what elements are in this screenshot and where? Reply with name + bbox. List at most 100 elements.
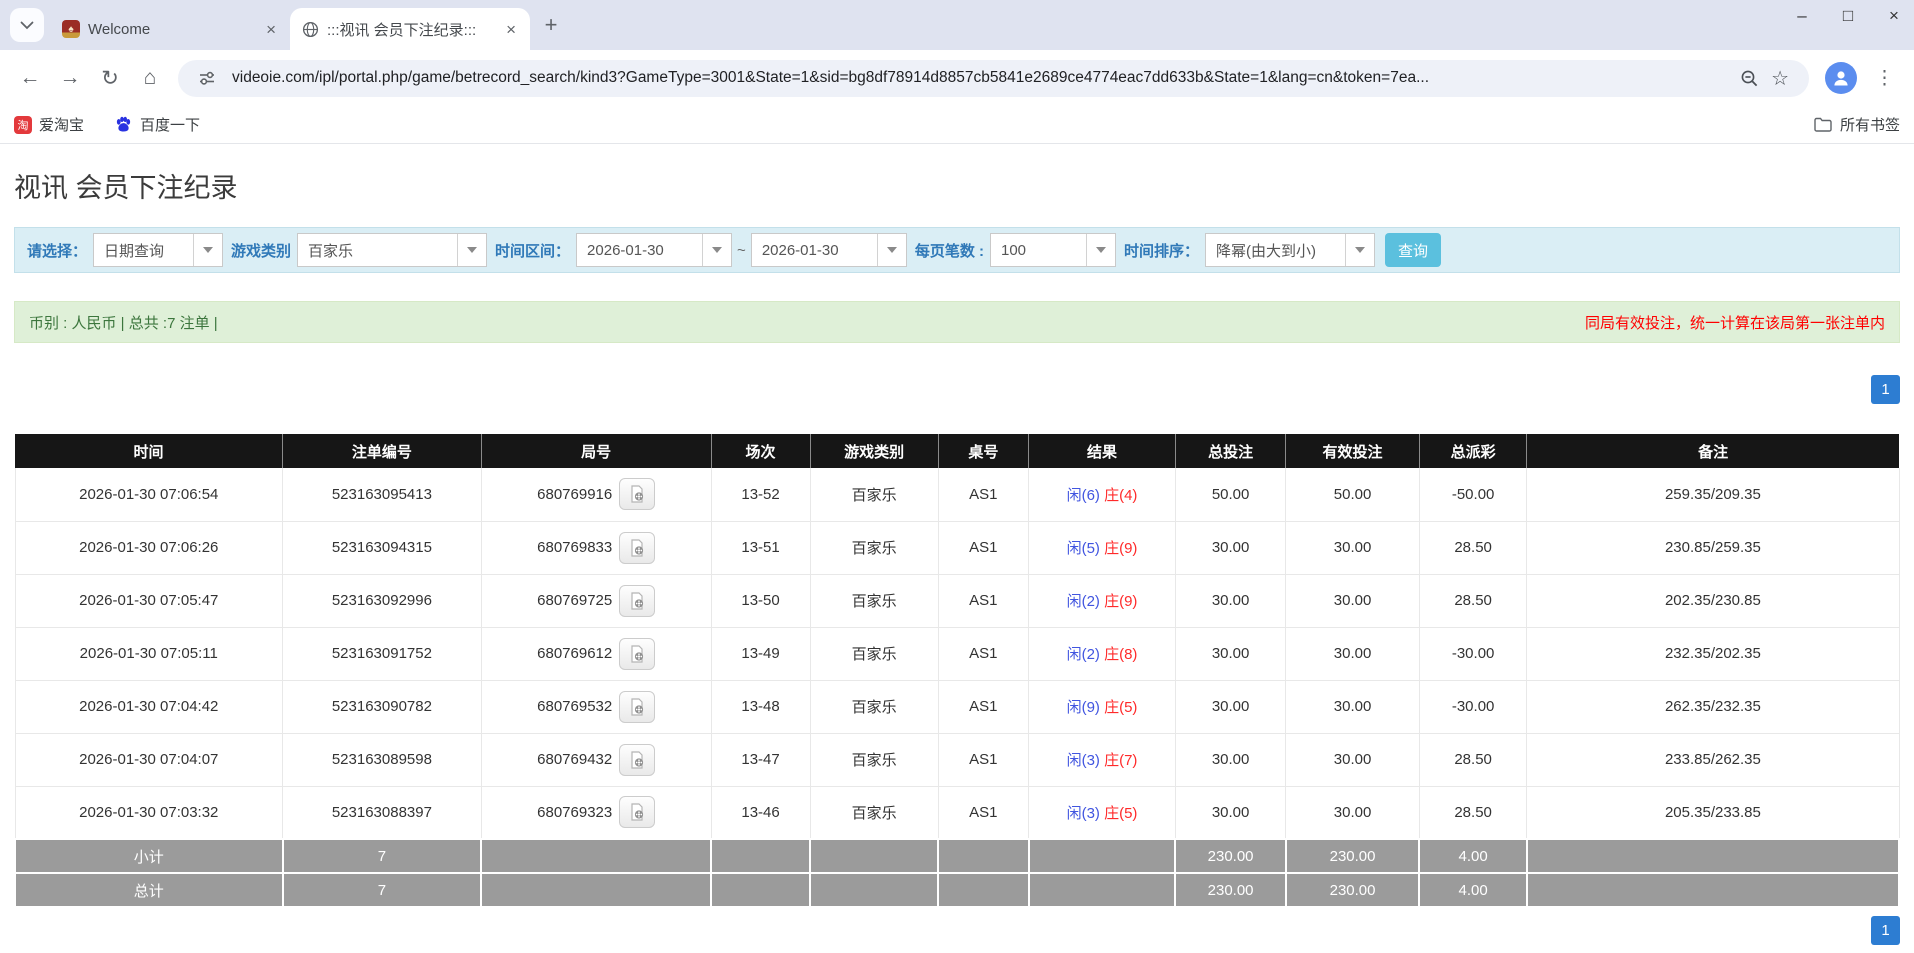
cell-round_id: 680769432 <box>481 733 711 786</box>
person-icon <box>1831 68 1851 88</box>
video-replay-icon <box>627 697 647 717</box>
footer-cell: 230.00 <box>1286 839 1420 873</box>
chevron-down-icon <box>193 234 222 266</box>
bet-records-table: 时间注单编号局号场次游戏类别桌号结果总投注有效投注总派彩备注 2026-01-3… <box>14 434 1900 908</box>
pagination-page-1[interactable]: 1 <box>1871 375 1900 404</box>
cell-result: 闲(2) 庄(9) <box>1029 574 1176 627</box>
window-minimize-button[interactable]: – <box>1792 6 1812 26</box>
video-replay-button[interactable] <box>619 638 655 670</box>
cell-game_type: 百家乐 <box>810 574 938 627</box>
date-to-select[interactable]: 2026-01-30 <box>751 233 907 267</box>
profile-avatar[interactable] <box>1825 62 1857 94</box>
cell-table_no: AS1 <box>938 574 1028 627</box>
video-replay-button[interactable] <box>619 585 655 617</box>
cell-total_bet[interactable]: 30.00 <box>1175 786 1285 839</box>
baidu-paw-icon <box>114 115 133 134</box>
column-header: 总投注 <box>1175 434 1285 468</box>
zoom-icon[interactable] <box>1734 69 1765 88</box>
video-replay-button[interactable] <box>619 478 655 510</box>
browser-tab-welcome[interactable]: ♠ Welcome × <box>50 8 290 50</box>
cell-round_id: 680769612 <box>481 627 711 680</box>
table-row: 2026-01-30 07:05:11523163091752680769612… <box>15 627 1899 680</box>
video-replay-icon <box>627 802 647 822</box>
chevron-down-icon <box>702 234 731 266</box>
new-tab-button[interactable]: + <box>536 10 566 40</box>
video-replay-button[interactable] <box>619 744 655 776</box>
tab-search-button[interactable] <box>10 8 44 42</box>
video-replay-icon <box>627 644 647 664</box>
cell-note: 202.35/230.85 <box>1527 574 1899 627</box>
range-separator: ~ <box>737 242 746 259</box>
folder-icon <box>1814 117 1832 132</box>
sort-order-select[interactable]: 降幂(由大到小) <box>1205 233 1375 267</box>
cell-bet_id: 523163088397 <box>283 786 482 839</box>
query-type-select[interactable]: 日期查询 <box>93 233 223 267</box>
video-replay-button[interactable] <box>619 796 655 828</box>
browser-menu-icon[interactable]: ⋮ <box>1865 67 1904 90</box>
site-settings-icon[interactable] <box>192 69 222 87</box>
all-bookmarks-button[interactable]: 所有书签 <box>1814 114 1900 135</box>
bookmark-star-icon[interactable]: ☆ <box>1765 66 1795 91</box>
cell-game_type: 百家乐 <box>810 521 938 574</box>
cell-payout: 28.50 <box>1419 574 1526 627</box>
footer-cell: 7 <box>283 839 482 873</box>
cell-note: 262.35/232.35 <box>1527 680 1899 733</box>
address-bar[interactable]: videoie.com/ipl/portal.php/game/betrecor… <box>178 60 1809 97</box>
browser-tab-betrecord[interactable]: :::视讯 会员下注纪录::: × <box>290 8 530 50</box>
footer-cell <box>481 873 711 907</box>
date-from-select[interactable]: 2026-01-30 <box>576 233 732 267</box>
cell-result: 闲(2) 庄(8) <box>1029 627 1176 680</box>
window-maximize-button[interactable]: □ <box>1838 6 1858 26</box>
video-replay-button[interactable] <box>619 532 655 564</box>
footer-label: 总计 <box>15 873 283 907</box>
cell-total_bet[interactable]: 30.00 <box>1175 627 1285 680</box>
round-number: 680769432 <box>537 751 612 768</box>
bookmark-taobao[interactable]: 淘 爱淘宝 <box>14 114 84 135</box>
cell-game_type: 百家乐 <box>810 627 938 680</box>
cell-note: 233.85/262.35 <box>1527 733 1899 786</box>
result-banker: 庄(9) <box>1104 540 1137 557</box>
table-row: 2026-01-30 07:05:47523163092996680769725… <box>15 574 1899 627</box>
column-header: 桌号 <box>938 434 1028 468</box>
cell-total_bet[interactable]: 50.00 <box>1175 468 1285 521</box>
cell-total_bet[interactable]: 30.00 <box>1175 733 1285 786</box>
back-button[interactable]: ← <box>10 58 50 98</box>
search-button[interactable]: 查询 <box>1385 233 1441 267</box>
round-number: 680769323 <box>537 804 612 821</box>
footer-cell: 7 <box>283 873 482 907</box>
bookmark-baidu[interactable]: 百度一下 <box>114 114 200 135</box>
column-header: 备注 <box>1527 434 1899 468</box>
browser-toolbar: ← → ↻ ⌂ videoie.com/ipl/portal.php/game/… <box>0 50 1914 106</box>
cell-time: 2026-01-30 07:05:47 <box>15 574 283 627</box>
result-player: 闲(6) <box>1067 487 1100 504</box>
pagination-page-1[interactable]: 1 <box>1871 916 1900 945</box>
tab-close-icon[interactable]: × <box>502 19 520 40</box>
cell-total_bet[interactable]: 30.00 <box>1175 521 1285 574</box>
reload-button[interactable]: ↻ <box>90 58 130 98</box>
forward-button[interactable]: → <box>50 58 90 98</box>
cell-total_bet[interactable]: 30.00 <box>1175 574 1285 627</box>
cell-bet_id: 523163095413 <box>283 468 482 521</box>
taobao-icon: 淘 <box>14 116 32 134</box>
cell-note: 205.35/233.85 <box>1527 786 1899 839</box>
cell-total_bet[interactable]: 30.00 <box>1175 680 1285 733</box>
per-page-select[interactable]: 100 <box>990 233 1116 267</box>
url-text[interactable]: videoie.com/ipl/portal.php/game/betrecor… <box>232 69 1724 87</box>
column-header: 局号 <box>481 434 711 468</box>
footer-cell <box>810 873 938 907</box>
filter-bar: 请选择： 日期查询 游戏类别 百家乐 时间区间： 2026-01-30 ~ 20… <box>14 227 1900 273</box>
tab-close-icon[interactable]: × <box>262 19 280 40</box>
home-button[interactable]: ⌂ <box>130 58 170 98</box>
game-type-select[interactable]: 百家乐 <box>297 233 487 267</box>
poker-app-favicon-icon: ♠ <box>62 20 80 38</box>
video-replay-button[interactable] <box>619 691 655 723</box>
summary-notice: 同局有效投注，统一计算在该局第一张注单内 <box>1585 312 1885 333</box>
table-header-row: 时间注单编号局号场次游戏类别桌号结果总投注有效投注总派彩备注 <box>15 434 1899 468</box>
cell-result: 闲(9) 庄(5) <box>1029 680 1176 733</box>
result-player: 闲(5) <box>1067 540 1100 557</box>
footer-cell <box>810 839 938 873</box>
video-replay-icon <box>627 538 647 558</box>
cell-game_type: 百家乐 <box>810 786 938 839</box>
cell-valid_bet: 50.00 <box>1286 468 1420 521</box>
window-close-button[interactable]: × <box>1884 6 1904 26</box>
